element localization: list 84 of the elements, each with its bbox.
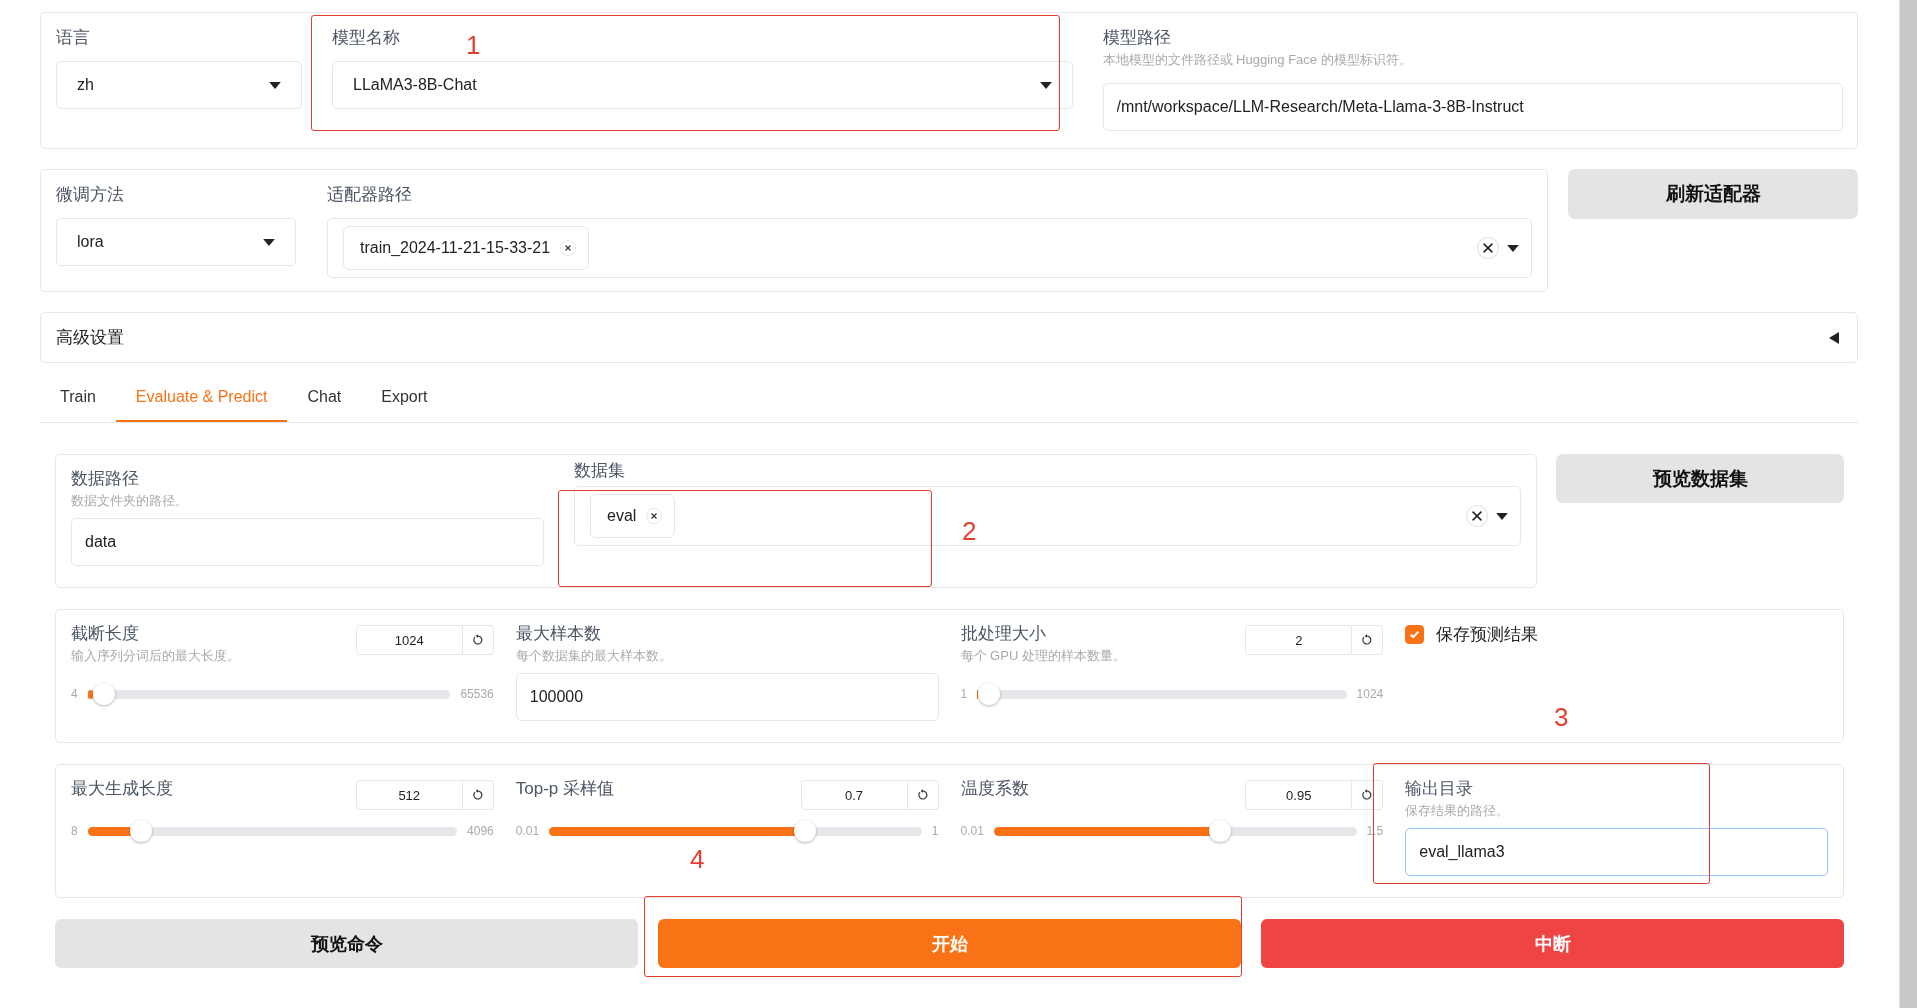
reset-button[interactable]: [907, 780, 939, 810]
field-hint: 每个数据集的最大样本数。: [515, 647, 672, 665]
reset-icon[interactable]: [1361, 634, 1374, 646]
slider-label: Top-p 采样值: [515, 778, 614, 800]
field-label: 模型名称: [332, 27, 400, 49]
caret-icon: [1039, 81, 1052, 89]
slider-thumb[interactable]: [1208, 820, 1231, 842]
slider-thumb[interactable]: [793, 820, 816, 842]
field-label: 微调方法: [56, 184, 124, 206]
field-label: 适配器路径: [327, 184, 412, 206]
field-hint: 保存结果的路径。: [1405, 802, 1510, 820]
accordion-header[interactable]: 高级设置: [40, 312, 1858, 363]
caret-icon: [1496, 512, 1508, 520]
slider-hint: 输入序列分词后的最大长度。: [71, 647, 240, 665]
reset-button[interactable]: [1352, 780, 1384, 810]
annotation-number: 1: [466, 30, 481, 60]
remove-icon[interactable]: [560, 240, 577, 256]
checkbox[interactable]: [1405, 625, 1425, 644]
caret-icon: [1507, 244, 1519, 252]
action-button[interactable]: 预览命令: [55, 919, 638, 968]
preview-dataset-button[interactable]: 预览数据集: [1556, 454, 1844, 503]
number-field[interactable]: 1024: [355, 625, 463, 655]
slider-min: 0.01: [960, 824, 984, 838]
number-field[interactable]: 0.7: [800, 780, 908, 810]
caret-icon: [269, 81, 281, 89]
annotation-number: 3: [1554, 702, 1569, 732]
slider-hint: 每个 GPU 处理的样本数量。: [960, 647, 1126, 665]
slider-thumb[interactable]: [92, 683, 115, 705]
text-field[interactable]: eval_llama3: [1405, 828, 1828, 876]
number-field[interactable]: 512: [355, 780, 463, 810]
slider-max: 4096: [467, 824, 494, 838]
checkbox-label[interactable]: 保存预测结果: [1436, 623, 1539, 646]
reset-button[interactable]: [1352, 625, 1384, 655]
tab[interactable]: Export: [361, 374, 448, 422]
field-label: 输出目录: [1405, 778, 1474, 800]
model-path-field[interactable]: /mnt/workspace/LLM-Research/Meta-Llama-3-8B-Instruct: [1102, 83, 1843, 131]
field-label: 模型路径: [1102, 27, 1171, 49]
check-icon: [1408, 628, 1422, 641]
field-label: 数据路径: [71, 468, 139, 490]
selected-tag[interactable]: train_2024-11-21-15-33-21: [343, 226, 590, 270]
language-dropdown[interactable]: zh: [56, 61, 302, 109]
number-field[interactable]: 2: [1245, 625, 1353, 655]
slider-label: 温度系数: [960, 778, 1029, 800]
field-hint: 本地模型的文件路径或 Hugging Face 的模型标识符。: [1102, 51, 1412, 69]
reset-icon[interactable]: [1361, 789, 1374, 801]
text-field[interactable]: 100000: [515, 673, 939, 721]
refresh-adapters-button[interactable]: 刷新适配器: [1568, 169, 1858, 219]
clear-icon[interactable]: [1466, 505, 1488, 527]
adapter-path-multiselect[interactable]: train_2024-11-21-15-33-21: [327, 218, 1532, 278]
slider-label: 截断长度: [71, 623, 139, 645]
selected-tag[interactable]: eval: [590, 494, 676, 538]
slider-label: 最大生成长度: [71, 778, 173, 800]
annotation-number: 4: [690, 844, 705, 874]
slider-min: 1: [960, 687, 968, 701]
caret-icon: [263, 238, 275, 246]
field-hint: 数据文件夹的路径。: [71, 492, 188, 510]
reset-icon[interactable]: [916, 789, 929, 801]
field-label: 数据集: [574, 460, 625, 482]
field-label: 语言: [56, 27, 90, 49]
number-field[interactable]: 0.95: [1245, 780, 1353, 810]
slider-thumb[interactable]: [130, 820, 153, 842]
action-button[interactable]: 中断: [1261, 919, 1844, 968]
slider-min: 0.01: [515, 824, 540, 838]
data-path-field[interactable]: data: [71, 518, 544, 566]
remove-icon[interactable]: [646, 508, 663, 524]
reset-icon[interactable]: [471, 789, 484, 801]
slider-thumb[interactable]: [977, 683, 1000, 705]
scrollbar[interactable]: [1899, 0, 1917, 1008]
slider-min: 8: [71, 824, 78, 838]
tab[interactable]: Chat: [287, 374, 362, 422]
field-label: 最大样本数: [515, 623, 601, 645]
slider-label: 批处理大小: [960, 623, 1046, 645]
tab[interactable]: Train: [40, 374, 116, 422]
slider-max: 65536: [460, 687, 494, 701]
slider-max: 1: [931, 824, 939, 838]
slider-min: 4: [71, 687, 78, 701]
clear-icon[interactable]: [1477, 237, 1499, 259]
slider-max: 1024: [1356, 687, 1384, 701]
reset-icon[interactable]: [471, 634, 484, 646]
reset-button[interactable]: [462, 625, 494, 655]
model-name-dropdown[interactable]: LLaMA3-8B-Chat: [332, 61, 1073, 109]
reset-button[interactable]: [462, 780, 494, 810]
annotation-number: 2: [962, 516, 977, 546]
finetuning-method-dropdown[interactable]: lora: [56, 218, 296, 266]
